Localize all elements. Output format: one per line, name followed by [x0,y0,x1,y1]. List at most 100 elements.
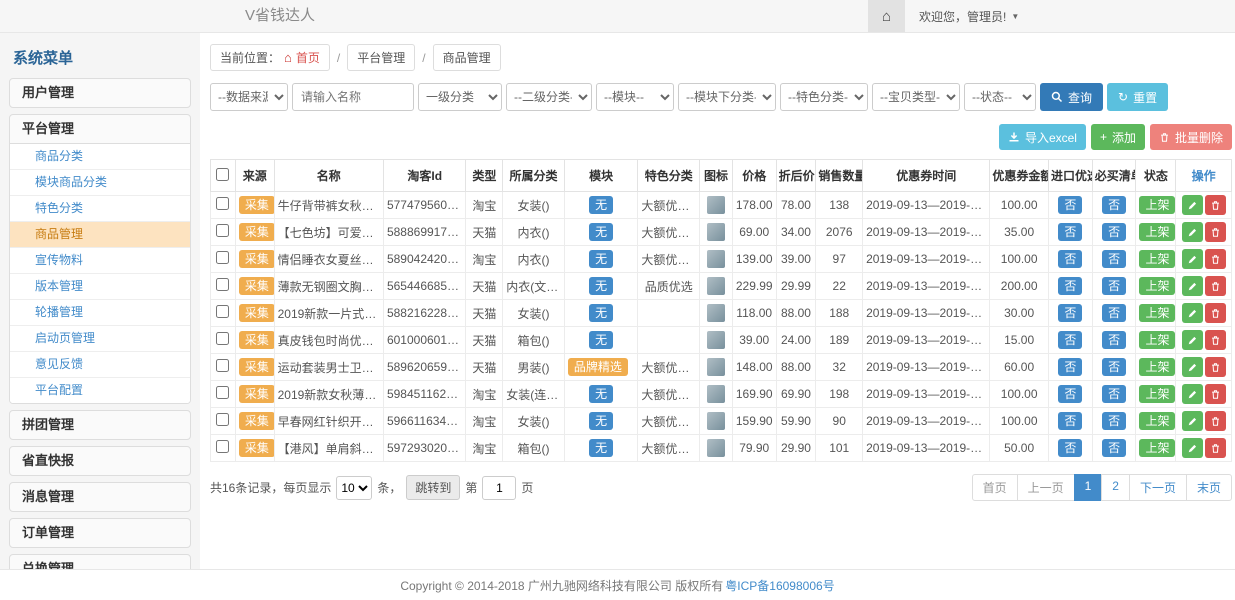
status-badge[interactable]: 上架 [1139,412,1175,430]
delete-button[interactable] [1205,357,1226,377]
import-select-badge[interactable]: 否 [1058,277,1082,295]
page-button[interactable]: 末页 [1186,474,1232,501]
status-badge[interactable]: 上架 [1139,277,1175,295]
must-buy-badge[interactable]: 否 [1102,196,1126,214]
sidebar-subitem[interactable]: 商品分类 [10,144,190,170]
edit-button[interactable] [1182,222,1203,242]
edit-button[interactable] [1182,438,1203,458]
sidebar-subitem[interactable]: 版本管理 [10,274,190,300]
delete-button[interactable] [1205,276,1226,296]
page-button[interactable]: 1 [1074,474,1103,501]
import-excel-button[interactable]: 导入excel [999,124,1086,150]
row-checkbox[interactable] [216,440,229,453]
status-badge[interactable]: 上架 [1139,223,1175,241]
filter-select-level2-category[interactable]: --二级分类-- [506,83,592,111]
status-badge[interactable]: 上架 [1139,304,1175,322]
per-page-select[interactable]: 10 [336,476,372,500]
import-select-badge[interactable]: 否 [1058,304,1082,322]
breadcrumb-home[interactable]: 当前位置： ⌂ 首页 [210,44,330,71]
page-number-input[interactable] [482,476,516,500]
filter-select-feature-category[interactable]: --特色分类-- [780,83,868,111]
breadcrumb-home-link[interactable]: 首页 [296,49,320,66]
sidebar-subitem[interactable]: 意见反馈 [10,352,190,378]
sidebar-subitem[interactable]: 平台配置 [10,378,190,403]
must-buy-badge[interactable]: 否 [1102,223,1126,241]
sidebar-subitem[interactable]: 特色分类 [10,196,190,222]
import-select-badge[interactable]: 否 [1058,385,1082,403]
query-button[interactable]: 查询 [1040,83,1103,111]
delete-button[interactable] [1205,222,1226,242]
row-checkbox[interactable] [216,305,229,318]
filter-input-name-search[interactable] [292,83,414,111]
row-checkbox[interactable] [216,251,229,264]
icp-link[interactable]: 粤ICP备16098006号 [725,577,834,594]
filter-select-module-sub[interactable]: --模块下分类-- [678,83,776,111]
delete-button[interactable] [1205,438,1226,458]
sidebar-item-platform[interactable]: 平台管理 [10,115,190,143]
must-buy-badge[interactable]: 否 [1102,439,1126,457]
page-button[interactable]: 下一页 [1129,474,1187,501]
must-buy-badge[interactable]: 否 [1102,250,1126,268]
row-checkbox[interactable] [216,197,229,210]
import-select-badge[interactable]: 否 [1058,250,1082,268]
sidebar-subitem[interactable]: 商品管理 [10,222,190,248]
delete-button[interactable] [1205,303,1226,323]
filter-select-item-type[interactable]: --宝贝类型-- [872,83,960,111]
user-menu[interactable]: 欢迎您，管理员! ▼ [905,0,1033,32]
status-badge[interactable]: 上架 [1139,196,1175,214]
import-select-badge[interactable]: 否 [1058,358,1082,376]
edit-button[interactable] [1182,303,1203,323]
sidebar-item-message[interactable]: 消息管理 [10,483,190,511]
row-checkbox[interactable] [216,332,229,345]
delete-button[interactable] [1205,411,1226,431]
must-buy-badge[interactable]: 否 [1102,331,1126,349]
row-checkbox[interactable] [216,359,229,372]
edit-button[interactable] [1182,195,1203,215]
status-badge[interactable]: 上架 [1139,250,1175,268]
row-checkbox[interactable] [216,413,229,426]
filter-select-data-source[interactable]: --数据来源-- [210,83,288,111]
import-select-badge[interactable]: 否 [1058,331,1082,349]
row-checkbox[interactable] [216,224,229,237]
must-buy-badge[interactable]: 否 [1102,304,1126,322]
sidebar-item-groupbuy[interactable]: 拼团管理 [10,411,190,439]
status-badge[interactable]: 上架 [1139,385,1175,403]
import-select-badge[interactable]: 否 [1058,196,1082,214]
sidebar-item-order[interactable]: 订单管理 [10,519,190,547]
sidebar-subitem[interactable]: 模块商品分类 [10,170,190,196]
import-select-badge[interactable]: 否 [1058,412,1082,430]
sidebar-item-exchange[interactable]: 兑换管理 [10,555,190,569]
must-buy-badge[interactable]: 否 [1102,412,1126,430]
edit-button[interactable] [1182,249,1203,269]
import-select-badge[interactable]: 否 [1058,439,1082,457]
status-badge[interactable]: 上架 [1139,358,1175,376]
must-buy-badge[interactable]: 否 [1102,358,1126,376]
row-checkbox[interactable] [216,386,229,399]
edit-button[interactable] [1182,330,1203,350]
home-button[interactable]: ⌂ [868,0,905,32]
delete-button[interactable] [1205,384,1226,404]
edit-button[interactable] [1182,384,1203,404]
status-badge[interactable]: 上架 [1139,331,1175,349]
breadcrumb-item-platform[interactable]: 平台管理 [347,44,415,71]
sidebar-subitem[interactable]: 轮播管理 [10,300,190,326]
import-select-badge[interactable]: 否 [1058,223,1082,241]
jump-button[interactable]: 跳转到 [406,475,460,500]
breadcrumb-item-goods[interactable]: 商品管理 [433,44,501,71]
row-checkbox[interactable] [216,278,229,291]
add-button[interactable]: + 添加 [1091,124,1145,150]
sidebar-item-express[interactable]: 省直快报 [10,447,190,475]
edit-button[interactable] [1182,276,1203,296]
page-button[interactable]: 2 [1101,474,1130,501]
sidebar-subitem[interactable]: 宣传物料 [10,248,190,274]
reset-button[interactable]: ↻ 重置 [1107,83,1168,111]
must-buy-badge[interactable]: 否 [1102,385,1126,403]
sidebar-item-user[interactable]: 用户管理 [10,79,190,107]
page-button[interactable]: 首页 [972,474,1018,501]
must-buy-badge[interactable]: 否 [1102,277,1126,295]
page-button[interactable]: 上一页 [1017,474,1075,501]
edit-button[interactable] [1182,357,1203,377]
delete-button[interactable] [1205,330,1226,350]
delete-button[interactable] [1205,249,1226,269]
batch-delete-button[interactable]: 批量删除 [1150,124,1232,150]
